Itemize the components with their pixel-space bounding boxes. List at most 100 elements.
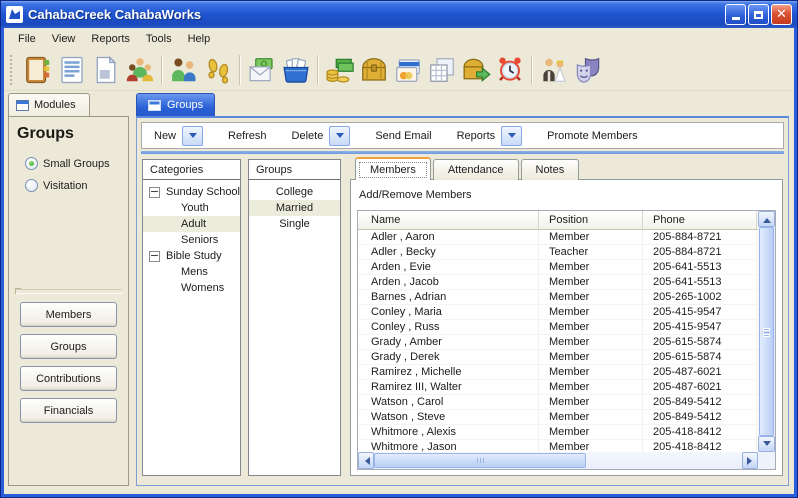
action-label: Promote Members <box>547 130 637 142</box>
table-row[interactable]: Arden , Evie Member 205-641-5513 <box>358 260 758 275</box>
table-row[interactable]: Arden , Jacob Member 205-641-5513 <box>358 275 758 290</box>
horizontal-scroll-thumb[interactable] <box>374 453 586 468</box>
report-document-icon[interactable] <box>55 53 89 87</box>
column-header-name[interactable]: Name <box>358 211 539 229</box>
category-tree-item[interactable]: Adult <box>143 216 240 232</box>
family-icon[interactable] <box>167 53 201 87</box>
maximize-button[interactable] <box>748 4 769 25</box>
collapse-icon[interactable] <box>149 251 160 262</box>
table-row[interactable]: Ramirez III, Walter Member 205-487-6021 … <box>358 380 758 395</box>
module-nav-button[interactable]: Contributions <box>20 366 117 391</box>
group-list-item[interactable]: Married <box>249 200 340 216</box>
action-item[interactable]: Refresh <box>228 130 267 142</box>
money-icon[interactable] <box>323 53 357 87</box>
category-tree-item[interactable]: Seniors <box>143 232 240 248</box>
address-book-icon[interactable] <box>21 53 55 87</box>
alarm-clock-icon[interactable] <box>493 53 527 87</box>
close-button[interactable]: ✕ <box>771 4 792 25</box>
menu-item[interactable]: Reports <box>83 30 138 48</box>
table-row[interactable]: Whitmore , Jason Member 205-418-8412 j_v <box>358 440 758 452</box>
menu-item[interactable]: Help <box>180 30 219 48</box>
theater-masks-icon[interactable] <box>571 53 605 87</box>
action-item[interactable]: Delete <box>292 126 351 146</box>
vertical-scroll-thumb[interactable] <box>759 227 774 436</box>
scroll-track[interactable] <box>586 452 742 469</box>
module-nav-button[interactable]: Groups <box>20 334 117 359</box>
members-group-icon[interactable] <box>123 53 157 87</box>
wedding-couple-icon[interactable] <box>537 53 571 87</box>
cell-name: Watson , Carol <box>358 395 539 409</box>
menu-item[interactable]: Tools <box>138 30 180 48</box>
scroll-down-button[interactable] <box>758 436 775 452</box>
column-header-position[interactable]: Position <box>539 211 643 229</box>
envelope-money-icon[interactable] <box>245 53 279 87</box>
chest-export-icon[interactable] <box>459 53 493 87</box>
add-remove-members-label: Add/Remove Members <box>359 189 774 201</box>
menu-item[interactable]: View <box>44 30 84 48</box>
category-tree-item[interactable]: Womens <box>143 280 240 296</box>
table-row[interactable]: Grady , Amber Member 205-615-5874 am <box>358 335 758 350</box>
module-nav-button[interactable]: Financials <box>20 398 117 423</box>
table-row[interactable]: Conley , Russ Member 205-415-9547 rus <box>358 320 758 335</box>
table-row[interactable]: Conley , Maria Member 205-415-9547 bov <box>358 305 758 320</box>
scroll-left-button[interactable] <box>358 452 374 469</box>
grid-icon[interactable] <box>425 53 459 87</box>
toolbar-separator <box>239 55 241 85</box>
module-heading: Groups <box>17 125 120 143</box>
table-row[interactable]: Barnes , Adrian Member 205-265-1002 <box>358 290 758 305</box>
cell-position: Member <box>539 440 643 452</box>
table-row[interactable]: Watson , Steve Member 205-849-5412 <box>358 410 758 425</box>
new-document-icon[interactable] <box>89 53 123 87</box>
payment-card-icon[interactable] <box>391 53 425 87</box>
tab-modules[interactable]: Modules <box>8 93 90 116</box>
collapse-icon[interactable] <box>149 187 160 198</box>
table-row[interactable]: Ramirez , Michelle Member 205-487-6021 m… <box>358 365 758 380</box>
cell-position: Member <box>539 365 643 379</box>
tab-groups[interactable]: Groups <box>136 93 215 116</box>
detail-tab[interactable]: Notes <box>521 159 580 180</box>
module-radio-option[interactable]: Visitation <box>25 179 124 192</box>
chevron-down-icon <box>508 133 516 142</box>
table-row[interactable]: Adler , Aaron Member 205-884-8721 ace <box>358 230 758 245</box>
table-row[interactable]: Whitmore , Alexis Member 205-418-8412 al… <box>358 425 758 440</box>
category-tree-item[interactable]: Bible Study <box>143 248 240 264</box>
group-list-item[interactable]: College <box>249 184 340 200</box>
cell-phone: 205-641-5513 <box>643 260 757 274</box>
scroll-up-button[interactable] <box>758 211 775 227</box>
cell-name: Conley , Maria <box>358 305 539 319</box>
action-item[interactable]: Send Email <box>375 130 431 142</box>
column-header-phone[interactable]: Phone <box>643 211 757 229</box>
vertical-scrollbar[interactable] <box>758 211 775 452</box>
category-tree-item[interactable]: Youth <box>143 200 240 216</box>
minimize-button[interactable] <box>725 4 746 25</box>
treasure-chest-icon[interactable] <box>357 53 391 87</box>
scrollbar-corner <box>758 452 775 469</box>
horizontal-scrollbar[interactable] <box>358 452 758 469</box>
close-icon: ✕ <box>776 8 787 21</box>
dropdown-button[interactable] <box>329 126 350 146</box>
detail-tab[interactable]: Members <box>355 157 431 180</box>
scroll-right-button[interactable] <box>742 452 758 469</box>
action-item[interactable]: New <box>154 126 203 146</box>
action-item[interactable]: Promote Members <box>547 130 637 142</box>
menu-item[interactable]: File <box>10 30 44 48</box>
group-list-item[interactable]: Single <box>249 216 340 232</box>
card-file-icon[interactable] <box>279 53 313 87</box>
dropdown-button[interactable] <box>182 126 203 146</box>
table-row[interactable]: Adler , Becky Teacher 205-884-8721 ba <box>358 245 758 260</box>
dropdown-button[interactable] <box>501 126 522 146</box>
category-tree-item[interactable]: Sunday School <box>143 184 240 200</box>
categories-tree: Sunday School Youth <box>143 180 240 296</box>
action-label: New <box>154 130 176 142</box>
sidebar-splitter[interactable] <box>15 289 122 294</box>
detail-tab[interactable]: Attendance <box>433 159 519 180</box>
category-tree-item[interactable]: Mens <box>143 264 240 280</box>
cell-position: Member <box>539 260 643 274</box>
module-nav-button[interactable]: Members <box>20 302 117 327</box>
toolbar-grip[interactable] <box>10 55 16 85</box>
table-row[interactable]: Grady , Derek Member 205-615-5874 dgr <box>358 350 758 365</box>
action-item[interactable]: Reports <box>457 126 523 146</box>
table-row[interactable]: Watson , Carol Member 205-849-5412 mo <box>358 395 758 410</box>
module-radio-option[interactable]: Small Groups <box>25 157 124 170</box>
footprints-icon[interactable] <box>201 53 235 87</box>
